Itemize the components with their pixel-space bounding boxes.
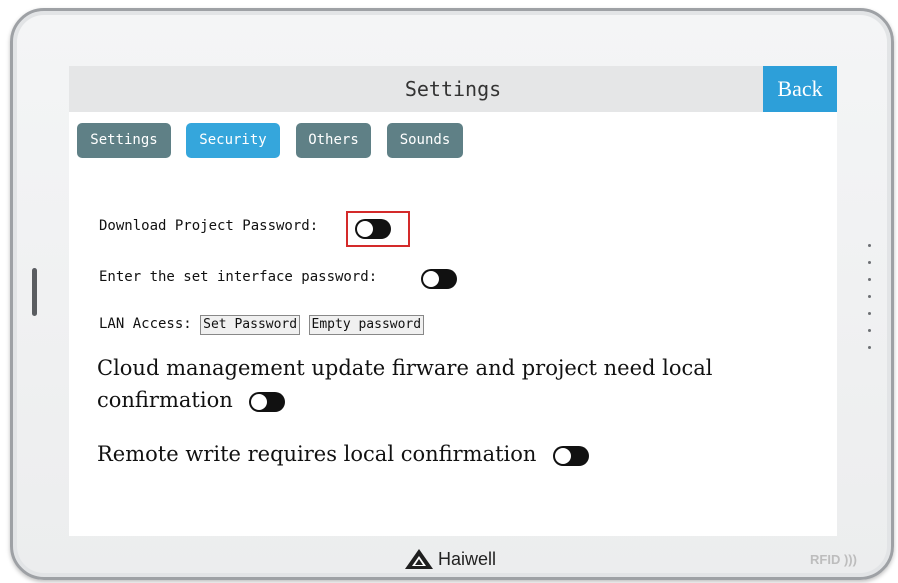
interface-password-label: Enter the set interface password: (99, 269, 378, 285)
cloud-management-row: Cloud management update firware and proj… (97, 352, 817, 416)
interface-password-row: Enter the set interface password: (99, 269, 377, 285)
rfid-mark: RFID ))) (810, 552, 857, 567)
lan-access-row: LAN Access: Set Password Empty password (99, 315, 425, 335)
haiwell-logo-icon (405, 549, 433, 569)
title-bar: Settings Back (69, 66, 837, 112)
tab-others[interactable]: Others (296, 123, 371, 158)
interface-password-toggle[interactable] (421, 269, 457, 289)
cloud-management-toggle[interactable] (249, 391, 286, 412)
download-password-row: Download Project Password: (99, 218, 318, 234)
remote-write-toggle[interactable] (553, 445, 590, 466)
back-button[interactable]: Back (763, 66, 837, 112)
lan-access-label: LAN Access: (99, 316, 192, 332)
set-password-button[interactable]: Set Password (200, 315, 301, 335)
tab-security[interactable]: Security (186, 123, 280, 158)
side-slot (32, 268, 37, 316)
brand-name: Haiwell (438, 548, 497, 569)
cloud-management-label-line2: confirmation (97, 388, 233, 412)
tab-settings[interactable]: Settings (77, 123, 171, 158)
side-indicator-dots (867, 244, 873, 363)
tab-sounds[interactable]: Sounds (387, 123, 463, 158)
download-password-toggle[interactable] (355, 219, 391, 239)
brand-logo: Haiwell (404, 544, 496, 574)
hmi-screen: Settings Back Settings Security Others S… (69, 66, 837, 536)
cloud-management-label-line1: Cloud management update firware and proj… (97, 356, 713, 380)
remote-write-label: Remote write requires local confirmation (97, 442, 537, 466)
page-title: Settings (404, 77, 502, 101)
empty-password-button[interactable]: Empty password (308, 315, 425, 335)
download-password-label: Download Project Password: (99, 218, 319, 234)
rfid-label: RFID (810, 552, 841, 567)
remote-write-row: Remote write requires local confirmation (97, 438, 590, 470)
rfid-icon: ))) (843, 552, 857, 567)
